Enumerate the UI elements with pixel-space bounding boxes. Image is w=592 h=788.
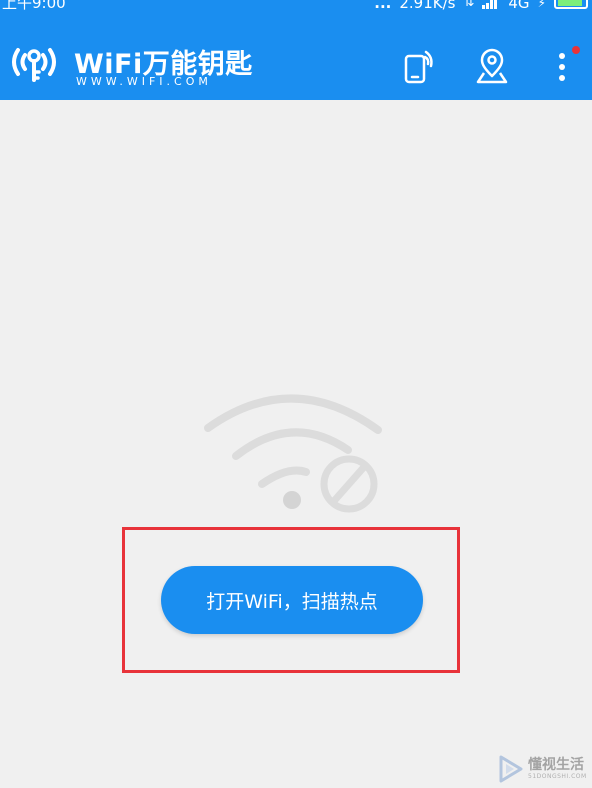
app-header: 上午9:00 ... 2.91K/s ⇅ 4G ⚡ WiFi万能钥匙 WWW.W… bbox=[0, 0, 592, 100]
watermark-sub: 51DONGSHI.COM bbox=[528, 773, 587, 780]
signal-icon bbox=[482, 0, 500, 9]
map-pin-icon[interactable] bbox=[472, 46, 512, 86]
phone-signal-icon[interactable] bbox=[400, 46, 440, 86]
wifi-off-icon bbox=[204, 394, 382, 513]
charging-icon: ⚡ bbox=[537, 0, 546, 10]
status-bar: 上午9:00 ... 2.91K/s ⇅ 4G ⚡ bbox=[0, 0, 592, 18]
watermark-text: 懂视生活 bbox=[528, 757, 584, 773]
app-subtitle: WWW.WIFI.COM bbox=[76, 75, 212, 88]
main-content: 打开WiFi，扫描热点 懂视生活 51DONGSHI.COM bbox=[0, 100, 592, 783]
data-transfer-icon: ⇅ bbox=[463, 0, 475, 10]
status-dots: ... bbox=[374, 0, 392, 12]
status-indicators: ... 2.91K/s ⇅ 4G ⚡ bbox=[374, 0, 588, 12]
play-logo-icon bbox=[499, 755, 523, 783]
network-type: 4G bbox=[508, 0, 530, 12]
more-vertical-icon[interactable] bbox=[544, 46, 584, 86]
notification-badge bbox=[572, 46, 580, 54]
status-time: 上午9:00 bbox=[2, 0, 66, 12]
network-speed: 2.91K/s bbox=[399, 0, 456, 12]
app-bar: WiFi万能钥匙 WWW.WIFI.COM bbox=[0, 28, 592, 100]
battery-icon bbox=[554, 0, 588, 9]
wifi-key-logo-icon bbox=[12, 48, 56, 82]
open-wifi-scan-button[interactable]: 打开WiFi，扫描热点 bbox=[161, 566, 423, 634]
watermark: 懂视生活 51DONGSHI.COM bbox=[498, 750, 592, 788]
